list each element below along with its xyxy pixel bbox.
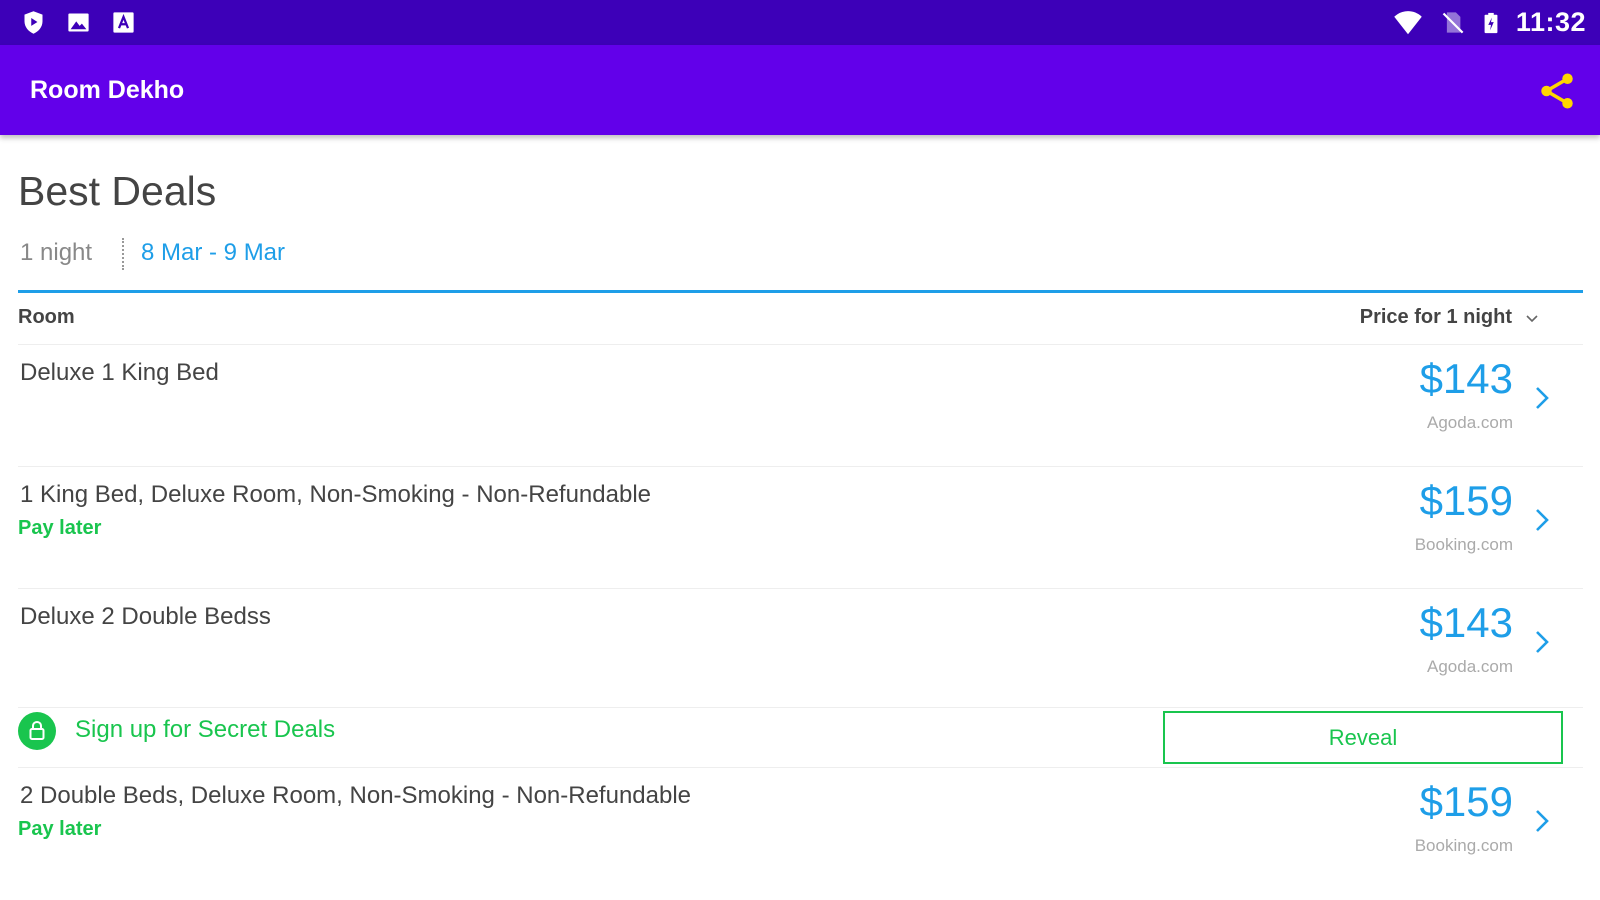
chevron-right-icon <box>1536 631 1549 653</box>
room-row[interactable]: Deluxe 1 King Bed $143 Agoda.com <box>18 344 1583 466</box>
room-name: Deluxe 2 Double Bedss <box>20 603 271 630</box>
wifi-icon <box>1394 10 1422 34</box>
app-title: Room Dekho <box>30 76 185 104</box>
share-icon[interactable] <box>1536 70 1578 112</box>
chevron-right-icon <box>1536 810 1549 832</box>
column-header-price: Price for 1 night <box>1359 306 1512 328</box>
battery-icon <box>1484 12 1498 33</box>
nights-label: 1 night <box>20 239 93 266</box>
font-a-icon <box>113 12 134 33</box>
room-price: $159 <box>1419 778 1513 825</box>
room-row[interactable]: 2 Double Beds, Deluxe Room, Non-Smoking … <box>18 767 1583 889</box>
chevron-right-icon <box>1536 387 1549 409</box>
status-bar: 11:32 <box>0 0 1600 45</box>
room-name: 1 King Bed, Deluxe Room, Non-Smoking - N… <box>20 481 651 508</box>
section-title: Best Deals <box>18 168 217 214</box>
reveal-button[interactable]: Reveal <box>1163 711 1563 764</box>
header-divider <box>18 290 1583 293</box>
column-header-room: Room <box>18 306 75 328</box>
status-right-icons: 11:32 <box>1391 7 1586 38</box>
secret-deals-link[interactable]: Sign up for Secret Deals <box>75 716 335 744</box>
shield-play-icon <box>24 11 43 34</box>
room-row[interactable]: Deluxe 2 Double Bedss $143 Agoda.com <box>18 588 1583 707</box>
lock-icon <box>29 720 45 740</box>
price-source: Agoda.com <box>1427 413 1513 432</box>
room-price: $143 <box>1419 355 1513 402</box>
status-left-icons <box>20 9 137 36</box>
no-sim-icon <box>1442 12 1464 34</box>
status-clock: 11:32 <box>1515 7 1586 37</box>
secret-deals-row: Sign up for Secret Deals Reveal <box>18 707 1583 767</box>
price-source: Booking.com <box>1414 836 1513 855</box>
secret-deals-badge <box>18 712 56 750</box>
price-source: Agoda.com <box>1427 657 1513 676</box>
pay-later-badge: Pay later <box>18 818 102 840</box>
app-bar: Room Dekho <box>0 45 1600 135</box>
room-price: $143 <box>1419 599 1513 646</box>
price-sort-dropdown[interactable]: Price for 1 night <box>1360 306 1540 329</box>
pay-later-badge: Pay later <box>18 517 102 539</box>
chevron-right-icon <box>1536 509 1549 531</box>
room-row[interactable]: 1 King Bed, Deluxe Room, Non-Smoking - N… <box>18 466 1583 588</box>
date-range-link[interactable]: 8 Mar - 9 Mar <box>141 239 285 267</box>
room-price: $159 <box>1419 477 1513 524</box>
room-name: 2 Double Beds, Deluxe Room, Non-Smoking … <box>20 782 692 809</box>
chevron-down-icon <box>1526 314 1538 322</box>
price-source: Booking.com <box>1414 535 1513 554</box>
room-name: Deluxe 1 King Bed <box>20 359 219 386</box>
image-icon <box>68 13 89 32</box>
date-divider <box>122 238 124 270</box>
